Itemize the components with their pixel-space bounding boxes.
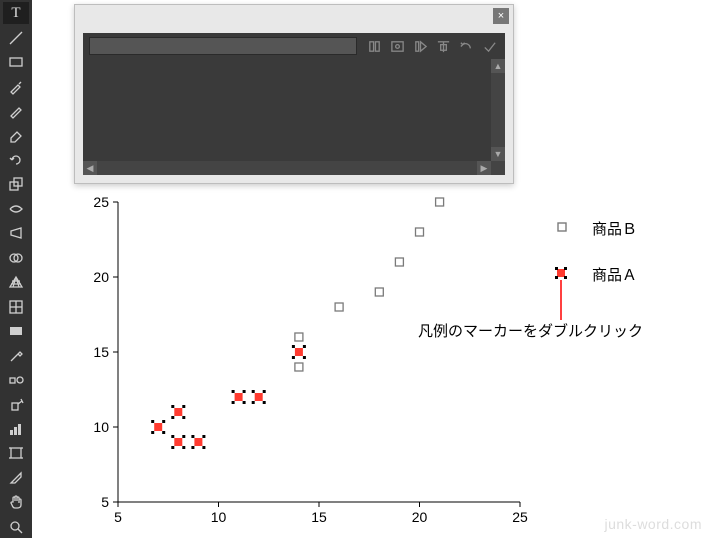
y-tick-label: 5 <box>101 494 109 510</box>
panel-close-button[interactable]: × <box>493 8 509 24</box>
legend-marker-b[interactable] <box>555 220 569 234</box>
eraser-tool[interactable] <box>3 124 29 146</box>
zoom-tool[interactable] <box>3 516 29 538</box>
data-point-b[interactable] <box>335 303 343 311</box>
eyedropper-tool[interactable] <box>3 344 29 366</box>
x-tick-label: 20 <box>412 509 428 525</box>
slice-tool[interactable] <box>3 467 29 489</box>
scroll-down-icon[interactable]: ▼ <box>491 147 505 161</box>
y-tick-label: 20 <box>93 269 109 285</box>
scroll-right-icon[interactable]: ▶ <box>477 161 491 175</box>
data-point-b[interactable] <box>395 258 403 266</box>
annotation-text: 凡例のマーカーをダブルクリック <box>418 320 643 341</box>
pencil-tool[interactable] <box>3 100 29 122</box>
blend-tool[interactable] <box>3 369 29 391</box>
annotation-leader-line <box>559 280 563 320</box>
data-point-a[interactable] <box>151 420 165 434</box>
data-point-b[interactable] <box>375 288 383 296</box>
y-tick-label: 15 <box>93 344 109 360</box>
data-point-a[interactable] <box>191 435 205 449</box>
panel-text-input[interactable] <box>89 37 357 55</box>
artboard-tool[interactable] <box>3 442 29 464</box>
type-tool[interactable]: T <box>3 2 29 24</box>
rectangle-tool[interactable] <box>3 51 29 73</box>
data-point-b[interactable] <box>295 333 303 341</box>
data-point-b[interactable] <box>295 363 303 371</box>
rotate-tool[interactable] <box>3 149 29 171</box>
data-point-a[interactable] <box>292 345 306 359</box>
actions-panel: × ▲ ▼ ◀ ▶ <box>74 4 514 184</box>
scroll-up-icon[interactable]: ▲ <box>491 59 505 73</box>
x-tick-label: 5 <box>114 509 122 525</box>
panel-titlebar[interactable]: × <box>75 5 513 27</box>
data-point-b[interactable] <box>416 228 424 236</box>
y-tick-label: 25 <box>93 196 109 210</box>
panel-play-button[interactable] <box>411 36 430 56</box>
y-tick-label: 10 <box>93 419 109 435</box>
scroll-left-icon[interactable]: ◀ <box>83 161 97 175</box>
watermark: junk-word.com <box>604 516 702 532</box>
legend-item-a-label: 商品Ａ <box>592 264 637 285</box>
panel-content-area <box>83 59 491 161</box>
free-transform-tool[interactable] <box>3 222 29 244</box>
data-point-a[interactable] <box>232 390 246 404</box>
shape-builder-tool[interactable] <box>3 247 29 269</box>
scale-tool[interactable] <box>3 173 29 195</box>
panel-stop-button[interactable] <box>365 36 384 56</box>
mesh-tool[interactable] <box>3 295 29 317</box>
data-point-a[interactable] <box>171 405 185 419</box>
data-point-a[interactable] <box>252 390 266 404</box>
panel-horizontal-scrollbar[interactable]: ◀ ▶ <box>83 161 491 175</box>
app-toolbar: T <box>0 0 32 538</box>
panel-scroll-corner <box>491 161 505 175</box>
width-tool[interactable] <box>3 198 29 220</box>
panel-confirm-button[interactable] <box>480 36 499 56</box>
panel-toolbar <box>83 33 505 59</box>
panel-align-button[interactable] <box>434 36 453 56</box>
panel-undo-button[interactable] <box>457 36 476 56</box>
x-tick-label: 15 <box>311 509 327 525</box>
x-tick-label: 25 <box>512 509 528 525</box>
panel-vertical-scrollbar[interactable]: ▲ ▼ <box>491 59 505 161</box>
symbol-sprayer-tool[interactable] <box>3 393 29 415</box>
column-graph-tool[interactable] <box>3 418 29 440</box>
hand-tool[interactable] <box>3 491 29 513</box>
legend-item-b-label: 商品Ｂ <box>592 218 637 239</box>
x-tick-label: 10 <box>211 509 227 525</box>
paintbrush-tool[interactable] <box>3 75 29 97</box>
perspective-grid-tool[interactable] <box>3 271 29 293</box>
data-point-b[interactable] <box>436 198 444 206</box>
data-point-a[interactable] <box>171 435 185 449</box>
line-tool[interactable] <box>3 26 29 48</box>
panel-record-button[interactable] <box>388 36 407 56</box>
scatter-chart: 5 10 15 20 25 5 10 15 20 25 <box>80 196 700 530</box>
gradient-tool[interactable] <box>3 320 29 342</box>
panel-body: ▲ ▼ ◀ ▶ <box>83 33 505 175</box>
